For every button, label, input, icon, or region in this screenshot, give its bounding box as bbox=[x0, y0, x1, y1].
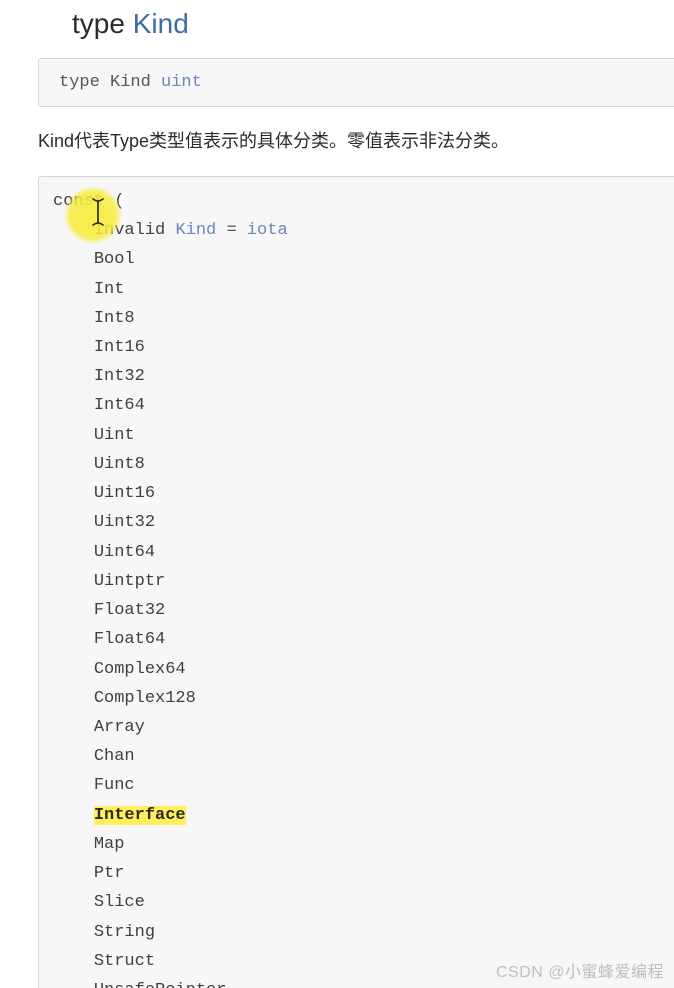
const-kind-type: Kind bbox=[175, 221, 216, 240]
decl-basetype: uint bbox=[161, 73, 202, 92]
const-int32: Int32 bbox=[94, 367, 145, 386]
const-array: Array bbox=[94, 718, 145, 737]
decl-name: Kind bbox=[110, 73, 151, 92]
const-complex64: Complex64 bbox=[94, 660, 186, 679]
type-name-kind: Kind bbox=[133, 8, 189, 39]
doc-page: type Kind type Kind uint Kind代表Type类型值表示… bbox=[0, 0, 674, 988]
const-int: Int bbox=[94, 280, 125, 299]
const-int8: Int8 bbox=[94, 309, 135, 328]
const-ptr: Ptr bbox=[94, 864, 125, 883]
const-block: const ( Invalid Kind = iota Bool Int Int… bbox=[38, 176, 674, 988]
equals-op: = bbox=[226, 221, 236, 240]
const-uint16: Uint16 bbox=[94, 484, 155, 503]
const-uint64: Uint64 bbox=[94, 543, 155, 562]
const-bool: Bool bbox=[94, 250, 135, 269]
const-uint8: Uint8 bbox=[94, 455, 145, 474]
type-declaration-block: type Kind uint bbox=[38, 58, 674, 107]
decl-keyword: type bbox=[59, 73, 100, 92]
description-text: Kind代表Type类型值表示的具体分类。零值表示非法分类。 bbox=[38, 127, 674, 156]
const-open: const ( bbox=[53, 192, 124, 211]
const-string: String bbox=[94, 923, 155, 942]
const-unsafepointer: UnsafePointer bbox=[94, 981, 227, 988]
const-chan: Chan bbox=[94, 747, 135, 766]
const-float32: Float32 bbox=[94, 601, 165, 620]
const-uint32: Uint32 bbox=[94, 513, 155, 532]
const-struct: Struct bbox=[94, 952, 155, 971]
const-float64: Float64 bbox=[94, 630, 165, 649]
const-int64: Int64 bbox=[94, 396, 145, 415]
const-slice: Slice bbox=[94, 893, 145, 912]
const-map: Map bbox=[94, 835, 125, 854]
const-func: Func bbox=[94, 776, 135, 795]
type-heading: type Kind bbox=[72, 8, 674, 40]
watermark-text: CSDN @小蜜蜂爱编程 bbox=[496, 958, 664, 982]
const-invalid: Invalid bbox=[94, 221, 165, 240]
const-uintptr: Uintptr bbox=[94, 572, 165, 591]
const-interface-highlighted: Interface bbox=[94, 806, 186, 825]
keyword-type: type bbox=[72, 8, 125, 39]
const-complex128: Complex128 bbox=[94, 689, 196, 708]
iota-kw: iota bbox=[247, 221, 288, 240]
const-uint: Uint bbox=[94, 426, 135, 445]
const-int16: Int16 bbox=[94, 338, 145, 357]
